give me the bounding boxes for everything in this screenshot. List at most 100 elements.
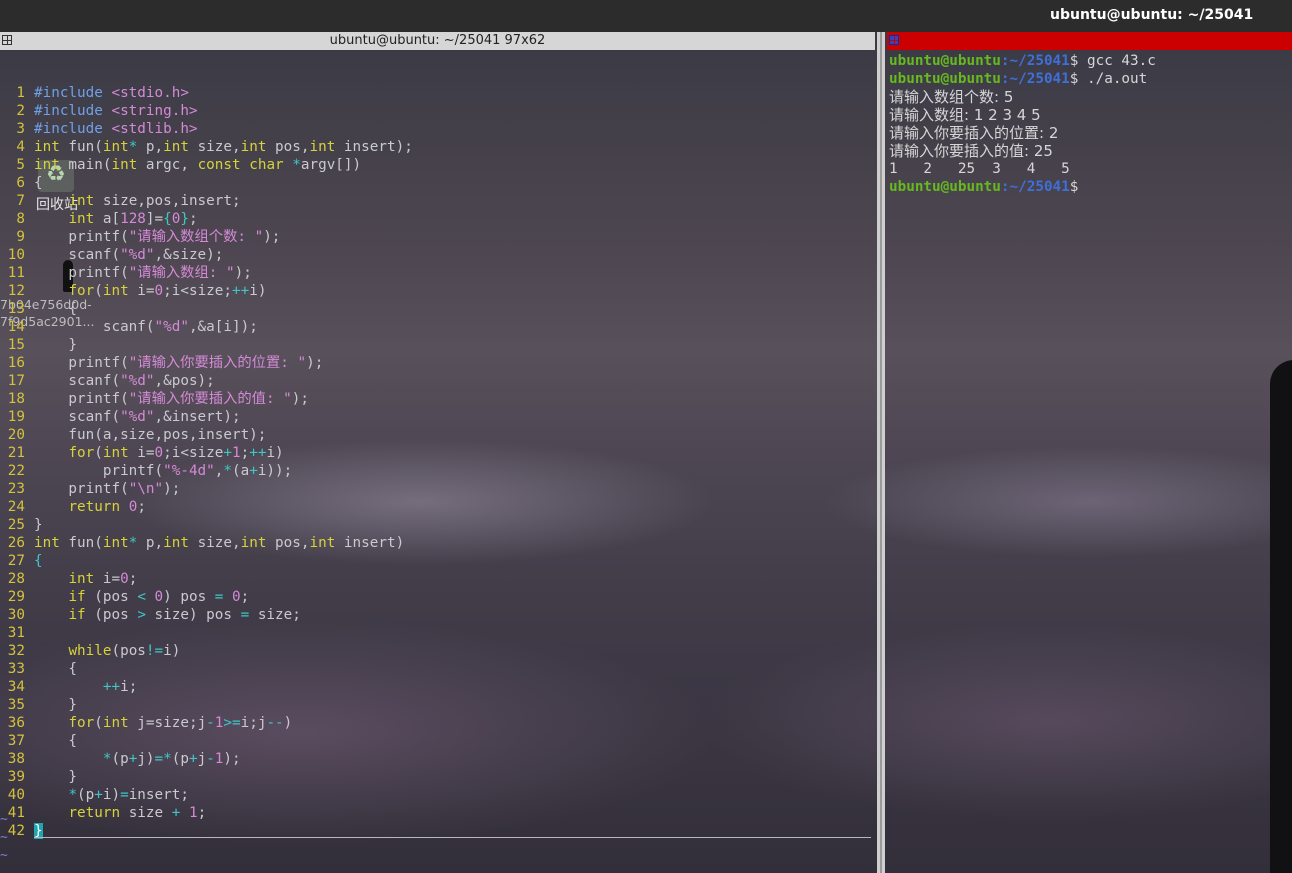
code-line[interactable]: 8 int a[128]={0}; [0, 210, 875, 228]
code-line[interactable]: 29 if (pos < 0) pos = 0; [0, 588, 875, 606]
code-line[interactable]: 13 { [0, 300, 875, 318]
code-token: size [120, 805, 172, 821]
empty-line-tilde: ~ [0, 812, 8, 827]
vim-code-buffer[interactable]: 1 #include <stdio.h> 2 #include <string.h> 3… [0, 84, 875, 840]
code-line[interactable]: 20 fun(a,size,pos,insert); [0, 426, 875, 444]
code-line[interactable]: 1 #include <stdio.h> [0, 84, 875, 102]
code-token: ; [197, 805, 207, 821]
code-line[interactable]: 3 #include <stdlib.h> [0, 120, 875, 138]
line-number: 39 [7, 769, 25, 785]
code-line[interactable]: 40 *(p+i)=insert; [0, 786, 875, 804]
line-number: 40 [7, 787, 25, 803]
code-token: #include [34, 103, 112, 119]
code-token: (pos [85, 607, 138, 623]
code-token: i) [266, 445, 284, 461]
code-token: 0 [154, 283, 164, 299]
code-line[interactable]: 24 return 0; [0, 498, 875, 516]
program-output-line: 1 2 25 3 4 5 [889, 160, 1156, 178]
code-token: 1 [232, 445, 241, 461]
left-terminal[interactable]: ubuntu@ubuntu: ~/25041 97x62 回收站 7b04e75… [0, 32, 875, 873]
code-line[interactable]: 14 scanf("%d",&a[i]); [0, 318, 875, 336]
code-line[interactable]: 21 for(int i=0;i<size+1;++i) [0, 444, 875, 462]
code-line[interactable]: 33 { [0, 660, 875, 678]
code-token: int [102, 283, 129, 299]
output-text: 请输入数组: 1 2 3 4 5 [889, 106, 1041, 124]
code-line[interactable]: 6{ [0, 174, 875, 192]
empty-line-tilde: ~ [0, 830, 8, 845]
code-line[interactable]: 26 int fun(int* p,int size,int pos,int in… [0, 534, 875, 552]
code-line[interactable]: 34 ++i; [0, 678, 875, 696]
code-token: ( [94, 445, 103, 461]
code-token: j=size;j [128, 715, 207, 731]
line-number: 26 [7, 535, 25, 551]
code-token: size, [188, 535, 241, 551]
code-token: "%d" [120, 373, 155, 389]
code-line[interactable]: 4 int fun(int* p,int size,int pos,int ins… [0, 138, 875, 156]
code-token: 0 [120, 571, 129, 587]
code-line[interactable]: 11 printf("请输入数组: "); [0, 264, 875, 282]
code-line[interactable]: 28 int i=0; [0, 570, 875, 588]
code-line[interactable]: 9 printf("请输入数组个数: "); [0, 228, 875, 246]
line-number: 5 [16, 157, 25, 173]
right-terminal[interactable]: ubuntu@ubuntu:~/25041$ gcc 43.c ubuntu@ub… [887, 32, 1292, 873]
code-token: ; [137, 499, 146, 515]
code-token: ) pos [163, 589, 215, 605]
code-token: ( [94, 283, 103, 299]
code-line[interactable]: 41 return size + 1; [0, 804, 875, 822]
split-window-icon[interactable] [2, 35, 12, 45]
code-line[interactable]: 36 for(int j=size;j-1>=i;j--) [0, 714, 875, 732]
terminal-output[interactable]: ubuntu@ubuntu:~/25041$ gcc 43.c ubuntu@ub… [889, 52, 1156, 196]
code-line[interactable]: 19 scanf("%d",&insert); [0, 408, 875, 426]
code-line[interactable]: 39 } [0, 768, 875, 786]
code-token: a[ [94, 211, 121, 227]
right-terminal-titlebar[interactable] [887, 32, 1292, 50]
code-token: if [68, 589, 86, 605]
code-token: 0 [232, 589, 241, 605]
left-terminal-titlebar[interactable]: ubuntu@ubuntu: ~/25041 97x62 [0, 32, 875, 50]
code-line[interactable]: 31 [0, 624, 875, 642]
shell-prompt-line: ubuntu@ubuntu:~/25041$ ./a.out [889, 70, 1156, 88]
line-number: 11 [7, 265, 25, 281]
code-line[interactable]: 10 scanf("%d",&size); [0, 246, 875, 264]
pane-divider[interactable] [877, 32, 885, 873]
code-line[interactable]: 5 int main(int argc, const char *argv[]) [0, 156, 875, 174]
line-number: 7 [16, 193, 25, 209]
line-number: 34 [7, 679, 25, 695]
code-token: i= [94, 571, 121, 587]
code-line[interactable]: 38 *(p+j)=*(p+j-1); [0, 750, 875, 768]
code-line[interactable]: 15 } [0, 336, 875, 354]
line-number: 25 [7, 517, 25, 533]
code-line[interactable]: 30 if (pos > size) pos = size; [0, 606, 875, 624]
code-token: "\n" [128, 481, 164, 497]
code-token: printf( [34, 265, 129, 281]
code-token: int [163, 139, 189, 155]
code-token: int [68, 193, 95, 209]
code-line[interactable]: 35 } [0, 696, 875, 714]
code-line[interactable]: 22 printf("%-4d",*(a+i)); [0, 462, 875, 480]
code-line[interactable]: 23 printf("\n"); [0, 480, 875, 498]
code-line[interactable]: 27 { [0, 552, 875, 570]
code-token: (a [232, 463, 250, 479]
code-line[interactable]: 12 for(int i=0;i<size;++i) [0, 282, 875, 300]
code-line[interactable]: 7 int size,pos,insert; [0, 192, 875, 210]
code-line[interactable]: 17 scanf("%d",&pos); [0, 372, 875, 390]
code-token: for [68, 283, 95, 299]
code-line[interactable]: 37 { [0, 732, 875, 750]
line-number: 24 [7, 499, 25, 515]
code-line[interactable]: 32 while(pos!=i) [0, 642, 875, 660]
code-line[interactable]: 18 printf("请输入你要插入的值: "); [0, 390, 875, 408]
split-window-icon[interactable] [889, 35, 899, 45]
code-token: ,&size); [154, 247, 224, 263]
code-line[interactable]: 25} [0, 516, 875, 534]
code-line[interactable]: 2 #include <string.h> [0, 102, 875, 120]
code-token: ]= [145, 211, 164, 227]
code-token: { [34, 301, 78, 317]
code-line[interactable]: 16 printf("请输入你要插入的位置: "); [0, 354, 875, 372]
code-token: } [180, 211, 189, 227]
